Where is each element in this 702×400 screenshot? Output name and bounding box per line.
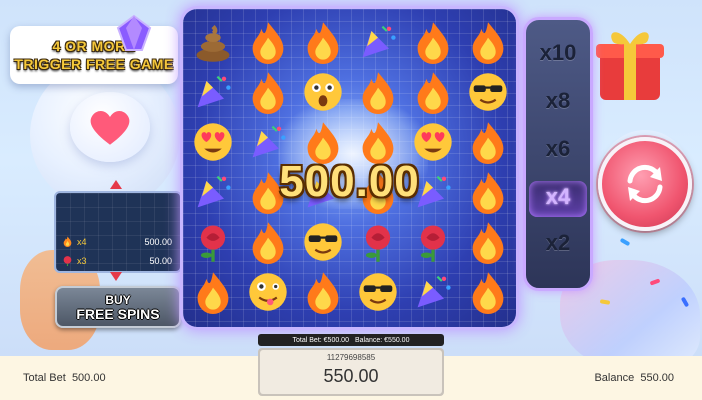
fire-symbol-icon xyxy=(297,269,349,315)
confetti xyxy=(619,237,631,247)
fire-symbol-icon xyxy=(352,69,404,115)
paytable-count: x3 xyxy=(77,255,87,266)
balance-label: Balance xyxy=(594,372,635,384)
sunglasses-symbol-icon xyxy=(297,219,349,265)
balance-display: Balance 550.00 xyxy=(594,372,674,384)
fire-symbol-icon xyxy=(407,69,459,115)
fire-symbol-icon xyxy=(242,69,294,115)
spin-arrows-icon xyxy=(627,164,663,204)
balance-value: 550.00 xyxy=(640,372,674,384)
paytable-row: x3 50.00 xyxy=(62,255,172,266)
fire-symbol-icon xyxy=(297,19,349,65)
silly-symbol-icon xyxy=(242,269,294,315)
sunglasses-symbol-icon xyxy=(462,69,514,115)
multiplier-x2: x2 xyxy=(545,230,571,255)
reel-grid: 500.00 xyxy=(183,9,516,327)
total-bet-label: Total Bet xyxy=(23,372,66,384)
paytable-value: 500.00 xyxy=(144,236,172,247)
party-horn-symbol-icon xyxy=(187,69,239,115)
buy-label: BUY xyxy=(105,293,131,307)
win-amount: 500.00 xyxy=(279,157,420,206)
balance-box: 11279698585 550.00 xyxy=(258,348,444,396)
rose-symbol-icon xyxy=(187,219,239,265)
free-spins-label: FREE SPINS xyxy=(76,306,160,322)
round-id: 11279698585 xyxy=(326,353,376,362)
multiplier-x10: x10 xyxy=(539,40,577,65)
party-horn-symbol-icon xyxy=(352,19,404,65)
paytable-panel: x4 500.00 x3 50.00 xyxy=(54,191,182,273)
poop-symbol-icon xyxy=(187,19,239,65)
paytable-up-arrow-icon[interactable] xyxy=(110,180,122,189)
paytable-value: 50.00 xyxy=(149,255,172,266)
total-bet-display: Total Bet 500.00 xyxy=(23,372,106,384)
buy-free-spins-button[interactable]: BUY FREE SPINS xyxy=(55,286,181,328)
party-horn-symbol-icon xyxy=(407,269,459,315)
surprised-symbol-icon xyxy=(297,69,349,115)
paytable-count: x4 xyxy=(77,236,87,247)
multiplier-column: x10 x8 x6 x4 x2 xyxy=(523,17,593,291)
paytable-row: x4 500.00 xyxy=(62,236,172,247)
paytable-down-arrow-icon[interactable] xyxy=(110,272,122,281)
fire-symbol-icon xyxy=(242,19,294,65)
fire-symbol-icon xyxy=(242,219,294,265)
fire-icon xyxy=(63,236,72,247)
rose-symbol-icon xyxy=(407,219,459,265)
fire-symbol-icon xyxy=(407,19,459,65)
multiplier-x6: x6 xyxy=(545,136,571,161)
info-total-bet: Total Bet: €500.00 xyxy=(292,336,349,344)
multiplier-x4: x4 xyxy=(545,184,571,209)
info-balance: Balance: €550.00 xyxy=(354,336,410,344)
fire-symbol-icon xyxy=(462,219,514,265)
multiplier-x8: x8 xyxy=(545,88,571,113)
rose-icon xyxy=(63,256,72,266)
fire-symbol-icon xyxy=(462,19,514,65)
fire-symbol-icon xyxy=(462,269,514,315)
fire-symbol-icon xyxy=(187,269,239,315)
balance-amount: 550.00 xyxy=(323,366,379,386)
rose-symbol-icon xyxy=(352,219,404,265)
gift-box-icon xyxy=(596,32,664,100)
heart-bubble-icon xyxy=(70,92,150,162)
spin-button[interactable] xyxy=(598,137,692,231)
gem-icon xyxy=(116,14,152,51)
bet-info-strip: Total Bet: €500.00 Balance: €550.00 xyxy=(258,334,444,346)
total-bet-value: 500.00 xyxy=(71,372,106,384)
trigger-line-2: TRIGGER FREE GAME xyxy=(14,56,174,72)
sunglasses-symbol-icon xyxy=(352,269,404,315)
